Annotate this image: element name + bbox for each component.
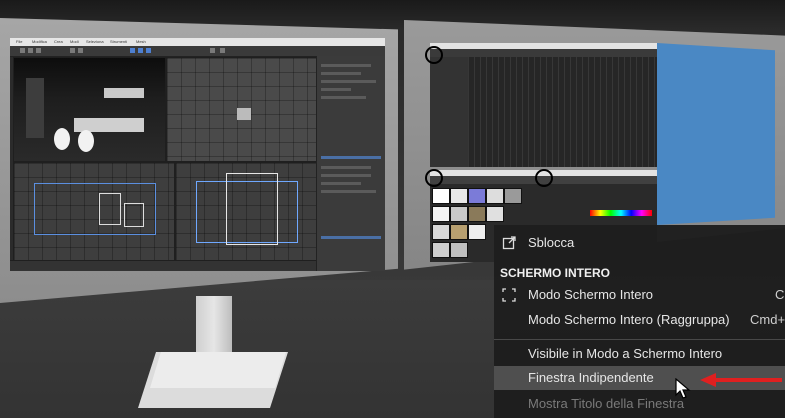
color-spectrum[interactable] (590, 210, 652, 216)
fullscreen-corners-icon (502, 288, 516, 302)
timeline-grid[interactable] (468, 57, 657, 167)
track-list (430, 57, 468, 167)
material-thumbnail[interactable] (432, 206, 450, 222)
menu-item-label: Modo Schermo Intero (Raggruppa) (528, 312, 730, 327)
material-thumbnail[interactable] (450, 206, 468, 222)
menu-item-visible-fullscreen[interactable]: Visibile in Modo a Schermo Intero (494, 342, 785, 366)
highlight-circle-marker (535, 169, 553, 187)
render-object (78, 130, 94, 152)
tool-icon[interactable] (36, 48, 41, 53)
menu-item[interactable]: Modifica (32, 39, 47, 44)
tool-icon[interactable] (220, 48, 225, 53)
highlight-circle-marker (425, 169, 443, 187)
menu-item[interactable]: Modi (70, 39, 79, 44)
tool-icon[interactable] (78, 48, 83, 53)
menu-item-label: Visibile in Modo a Schermo Intero (528, 346, 723, 361)
external-link-icon (502, 236, 516, 250)
panel-row (321, 72, 361, 75)
highlight-circle-marker (425, 46, 443, 64)
timeline-bar[interactable] (10, 260, 316, 271)
material-thumbnail[interactable] (486, 206, 504, 222)
render-object (26, 78, 44, 138)
material-thumbnail[interactable] (468, 188, 486, 204)
panel-row (321, 236, 381, 239)
tool-icon[interactable] (146, 48, 151, 53)
tool-icon[interactable] (130, 48, 135, 53)
panel-row (321, 64, 371, 67)
material-thumbnail[interactable] (468, 224, 486, 240)
menu-separator (494, 339, 785, 340)
menu-item-label: Finestra Indipendente (528, 370, 654, 385)
panel-row (321, 96, 366, 99)
wireframe-object (226, 173, 278, 245)
material-thumbnail[interactable] (468, 206, 486, 222)
panel-row (321, 80, 376, 83)
monitor-stand-base-top (150, 352, 286, 388)
mouse-cursor-icon (675, 378, 691, 399)
right-screen-timeline-window (430, 43, 657, 167)
panel-row (321, 174, 371, 177)
render-object (237, 108, 251, 120)
panel-row (321, 156, 381, 159)
material-thumbnail[interactable] (432, 188, 450, 204)
viewport-front[interactable] (13, 162, 175, 262)
material-thumbnail[interactable] (432, 224, 450, 240)
render-object (54, 128, 70, 150)
render-object (104, 88, 144, 98)
wireframe-object (99, 193, 121, 225)
material-thumbnail[interactable] (486, 188, 504, 204)
blue-desktop-panel (657, 43, 775, 225)
panel-row (321, 88, 351, 91)
viewport-right[interactable] (175, 162, 318, 262)
tool-icon[interactable] (138, 48, 143, 53)
menu-item-unlock[interactable]: Sblocca (494, 231, 785, 255)
app-menubar: File Modifica Crea Modi Seleziona Strume… (10, 38, 385, 46)
menu-item[interactable]: Seleziona (86, 39, 104, 44)
red-arrow-icon (700, 373, 782, 387)
material-thumbnail[interactable] (450, 242, 468, 258)
menu-item[interactable]: Strumenti (110, 39, 127, 44)
menu-item[interactable]: Crea (54, 39, 63, 44)
context-menu: Sblocca SCHERMO INTERO Modo Schermo Inte… (494, 225, 785, 418)
material-thumbnail[interactable] (450, 224, 468, 240)
tool-icon[interactable] (70, 48, 75, 53)
menu-item-shortcut: Cmd+ (750, 312, 785, 327)
window-toolbar (430, 49, 657, 57)
menu-item-fullscreen-mode[interactable]: Modo Schermo Intero C (494, 283, 785, 307)
menu-item-fullscreen-group[interactable]: Modo Schermo Intero (Raggruppa) Cmd+ (494, 308, 785, 332)
tool-icon[interactable] (210, 48, 215, 53)
left-monitor-screen: File Modifica Crea Modi Seleziona Strume… (10, 38, 385, 271)
menu-item[interactable]: Mesh (136, 39, 146, 44)
viewport-top[interactable] (166, 57, 318, 162)
menu-item-label: Modo Schermo Intero (528, 287, 654, 302)
menu-item-label: Mostra Titolo della Finestra (528, 396, 685, 411)
material-thumbnail[interactable] (432, 242, 450, 258)
tool-icon[interactable] (28, 48, 33, 53)
menu-item-label: Sblocca (528, 235, 575, 250)
material-thumbnail[interactable] (450, 188, 468, 204)
menu-item-show-window-title[interactable]: Mostra Titolo della Finestra (494, 392, 785, 416)
wireframe-object (124, 203, 144, 227)
panel-row (321, 166, 371, 169)
menu-item[interactable]: File (16, 39, 22, 44)
tool-icon[interactable] (20, 48, 25, 53)
menu-item-shortcut: C (775, 287, 785, 302)
panel-row (321, 182, 361, 185)
section-header-fullscreen: SCHERMO INTERO (500, 266, 611, 280)
material-thumbnail[interactable] (504, 188, 522, 204)
panel-row (321, 190, 376, 193)
viewport-perspective[interactable] (13, 57, 166, 162)
attributes-panel (316, 56, 385, 271)
